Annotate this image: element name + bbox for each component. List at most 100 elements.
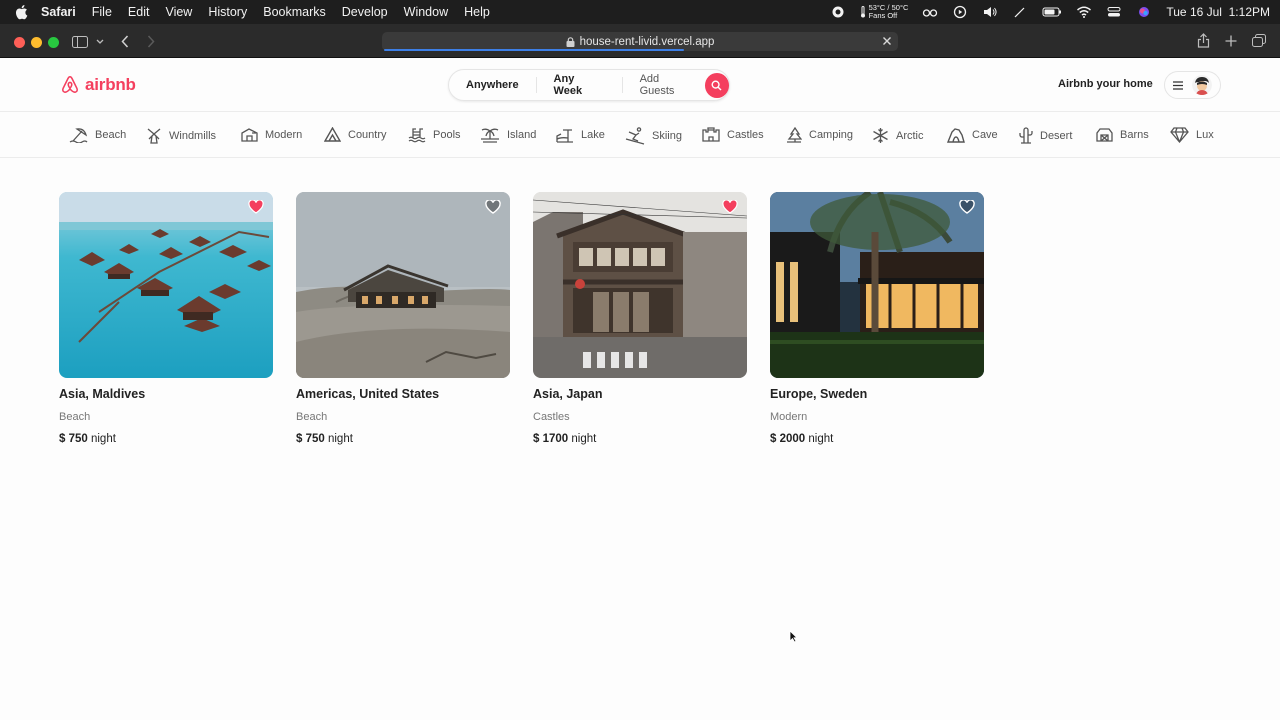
category-country[interactable]: Country xyxy=(324,127,387,142)
menu-app-name[interactable]: Safari xyxy=(41,5,76,19)
new-tab-icon[interactable] xyxy=(1225,35,1237,47)
glasses-icon[interactable] xyxy=(922,5,938,19)
menu-file[interactable]: File xyxy=(92,5,112,19)
category-cave[interactable]: Cave xyxy=(947,127,998,143)
control-center-icon[interactable] xyxy=(1106,5,1122,19)
category-label: Arctic xyxy=(896,129,924,142)
barn-icon xyxy=(1096,128,1113,142)
menu-edit[interactable]: Edit xyxy=(128,5,150,19)
listing-price: $ 2000 xyxy=(770,433,806,445)
category-label: Windmills xyxy=(169,129,217,142)
page-load-progress xyxy=(384,49,684,51)
favorite-heart-icon[interactable] xyxy=(959,200,975,214)
beach-icon xyxy=(69,128,88,143)
play-circle-icon[interactable] xyxy=(952,5,968,19)
brand-logo[interactable]: airbnb xyxy=(59,74,136,96)
listing-image-united-states[interactable] xyxy=(296,192,510,378)
site-header: airbnb Anywhere Any Week Add Guests Airb… xyxy=(0,58,1280,112)
fan-status: Fans Off xyxy=(868,11,898,20)
mountain-icon xyxy=(324,127,341,142)
pen-icon[interactable] xyxy=(1012,5,1028,19)
temperature-monitor[interactable]: 53°C / 50°C Fans Off xyxy=(860,4,908,20)
category-windmills[interactable]: Windmills xyxy=(146,127,216,144)
url-text: house-rent-livid.vercel.app xyxy=(579,35,715,48)
category-beach[interactable]: Beach xyxy=(69,127,126,143)
island-icon xyxy=(481,128,499,143)
listing-price-unit: night xyxy=(327,433,353,445)
search-location[interactable]: Anywhere xyxy=(449,79,536,91)
search-bar[interactable]: Anywhere Any Week Add Guests xyxy=(448,69,730,101)
search-button[interactable] xyxy=(704,72,729,98)
category-barns[interactable]: Barns xyxy=(1096,127,1149,142)
listing-image-sweden[interactable] xyxy=(770,192,984,378)
category-label: Beach xyxy=(95,129,127,141)
windmill-icon xyxy=(147,128,161,144)
menu-history[interactable]: History xyxy=(208,5,247,19)
listing-card[interactable]: Americas, United States Beach $ 750 nigh… xyxy=(296,192,510,445)
favorite-heart-icon[interactable] xyxy=(722,200,738,214)
cave-icon xyxy=(947,128,965,143)
airbnb-logo-icon xyxy=(61,75,79,93)
favorite-heart-icon[interactable] xyxy=(485,200,501,214)
listing-card[interactable]: Asia, Maldives Beach $ 750 night xyxy=(59,192,273,445)
menu-develop[interactable]: Develop xyxy=(342,5,388,19)
back-icon[interactable] xyxy=(121,35,129,48)
macos-menu-bar: Safari File Edit View History Bookmarks … xyxy=(0,0,1280,24)
category-camping[interactable]: Camping xyxy=(786,127,853,143)
category-desert[interactable]: Desert xyxy=(1019,127,1072,144)
category-lux[interactable]: Lux xyxy=(1170,127,1214,143)
search-dates[interactable]: Any Week xyxy=(537,73,622,97)
siri-icon[interactable] xyxy=(1136,5,1152,19)
listing-price: $ 1700 xyxy=(533,433,569,445)
cactus-icon xyxy=(1019,127,1033,144)
volume-icon[interactable] xyxy=(982,5,998,19)
zoom-window-button[interactable] xyxy=(48,37,59,48)
stop-loading-icon[interactable] xyxy=(882,36,892,46)
category-skiing[interactable]: Skiing xyxy=(625,127,682,145)
listing-category: Beach xyxy=(59,411,91,423)
tab-overview-icon[interactable] xyxy=(1252,34,1266,48)
category-arctic[interactable]: Arctic xyxy=(872,127,924,144)
share-icon[interactable] xyxy=(1197,33,1210,48)
favorite-heart-icon[interactable] xyxy=(248,200,264,214)
chevron-down-icon[interactable] xyxy=(96,39,104,45)
host-link[interactable]: Airbnb your home xyxy=(1058,78,1153,90)
category-modern[interactable]: Modern xyxy=(241,127,302,142)
listing-price: $ 750 xyxy=(296,433,325,445)
category-lake[interactable]: Lake xyxy=(556,127,605,143)
listing-price-row: $ 750 night xyxy=(59,433,273,445)
listing-image-maldives[interactable] xyxy=(59,192,273,378)
listing-price-unit: night xyxy=(571,433,597,445)
listing-location: Americas, United States xyxy=(296,387,440,401)
minimize-window-button[interactable] xyxy=(31,37,42,48)
apple-icon[interactable] xyxy=(14,4,28,20)
search-guests[interactable]: Add Guests xyxy=(623,73,705,97)
battery-icon[interactable] xyxy=(1042,5,1062,19)
listing-category: Castles xyxy=(533,411,570,423)
listing-card[interactable]: Europe, Sweden Modern $ 2000 night xyxy=(770,192,984,445)
listing-price: $ 750 xyxy=(59,433,88,445)
menu-help[interactable]: Help xyxy=(464,5,490,19)
menu-window[interactable]: Window xyxy=(404,5,448,19)
category-pools[interactable]: Pools xyxy=(408,127,461,143)
listing-card[interactable]: Asia, Japan Castles $ 1700 night xyxy=(533,192,747,445)
listing-price-row: $ 750 night xyxy=(296,433,510,445)
category-island[interactable]: Island xyxy=(480,127,536,143)
snowflake-icon xyxy=(873,128,888,143)
browser-toolbar: house-rent-livid.vercel.app xyxy=(0,24,1280,58)
sidebar-toggle-icon[interactable] xyxy=(72,36,88,48)
forest-icon xyxy=(787,127,802,143)
forward-icon[interactable] xyxy=(147,35,155,48)
address-bar[interactable]: house-rent-livid.vercel.app xyxy=(382,32,898,51)
menu-view[interactable]: View xyxy=(165,5,192,19)
close-window-button[interactable] xyxy=(14,37,25,48)
user-menu-button[interactable] xyxy=(1164,71,1221,99)
menubar-clock[interactable]: Tue 16 Jul 1:12PM xyxy=(1166,5,1270,19)
lake-icon xyxy=(556,129,573,143)
wifi-icon[interactable] xyxy=(1076,5,1092,19)
menu-bookmarks[interactable]: Bookmarks xyxy=(263,5,326,19)
category-castles[interactable]: Castles xyxy=(702,127,764,142)
record-icon[interactable] xyxy=(830,5,846,19)
listing-image-japan[interactable] xyxy=(533,192,747,378)
category-bar: Beach Windmills Modern Country Pools Isl… xyxy=(0,112,1280,158)
